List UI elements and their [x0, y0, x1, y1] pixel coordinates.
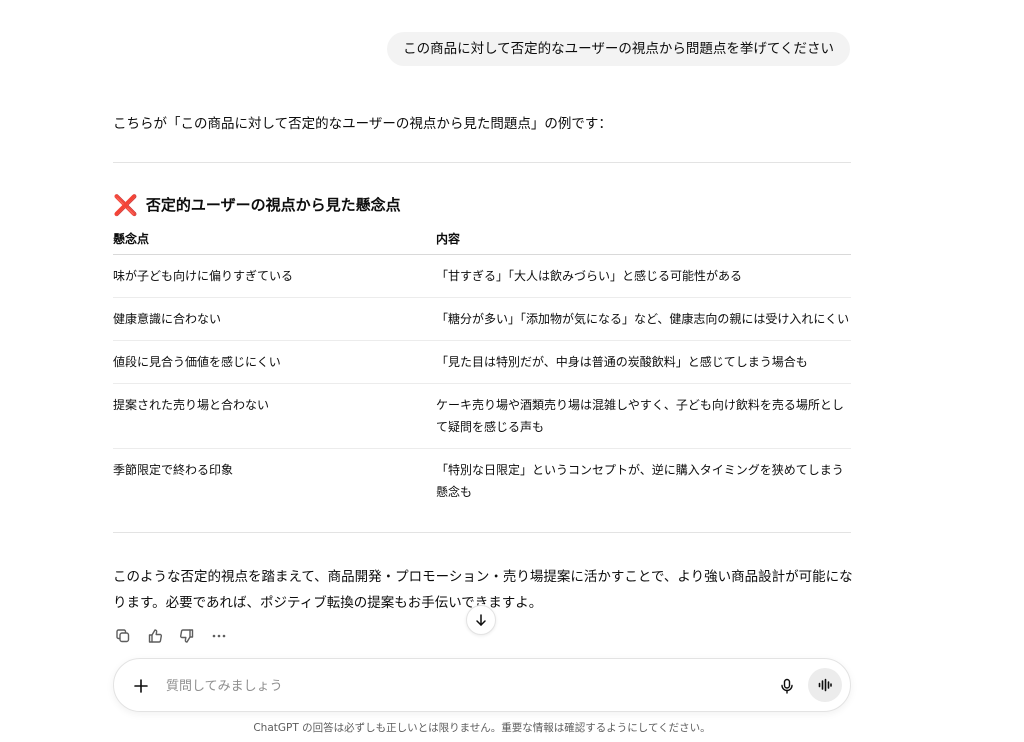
table-cell-detail: 「甘すぎる」「大人は飲みづらい」と感じる可能性がある	[436, 269, 743, 283]
message-actions	[113, 626, 229, 646]
divider	[113, 532, 851, 533]
table-header-detail: 内容	[436, 232, 461, 246]
voice-mode-button[interactable]	[808, 668, 842, 702]
dictate-button[interactable]	[774, 673, 800, 699]
arrow-down-icon	[476, 614, 486, 626]
table-cell-concern: 提案された売り場と合わない	[113, 398, 270, 412]
attach-button[interactable]	[128, 673, 154, 699]
user-message-text: この商品に対して否定的なユーザーの視点から問題点を挙げてください	[403, 41, 834, 57]
chat-page: この商品に対して否定的なユーザーの視点から問題点を挙げてください こちらが「この…	[0, 0, 1024, 742]
more-icon[interactable]	[209, 626, 229, 646]
table-cell-concern: 季節限定で終わる印象	[113, 463, 234, 477]
table-cell-detail: ケーキ売り場や酒類売り場は混雑しやすく、子ども向け飲料を売る場所として疑問を感じ…	[436, 398, 844, 434]
table-cell-concern: 健康意識に合わない	[113, 312, 222, 326]
table-row: 健康意識に合わない 「糖分が多い」「添加物が気になる」など、健康志向の親には受け…	[113, 298, 851, 341]
thumbs-down-icon[interactable]	[177, 626, 197, 646]
thumbs-up-icon[interactable]	[145, 626, 165, 646]
table-cell-detail: 「糖分が多い」「添加物が気になる」など、健康志向の親には受け入れにくい	[436, 312, 850, 326]
divider	[113, 162, 851, 163]
section-heading-text: 否定的ユーザーの視点から見た懸念点	[145, 196, 401, 214]
copy-icon[interactable]	[113, 626, 133, 646]
disclaimer: ChatGPT の回答は必ずしも正しいとは限りません。重要な情報は確認するように…	[253, 722, 711, 734]
table-cell-detail: 「見た目は特別だが、中身は普通の炭酸飲料」と感じてしまう場合も	[436, 355, 808, 369]
composer	[113, 658, 851, 712]
table-row: 季節限定で終わる印象 「特別な日限定」というコンセプトが、逆に購入タイミングを狭…	[113, 449, 851, 513]
scroll-down-button[interactable]	[466, 605, 496, 635]
microphone-icon	[781, 678, 793, 694]
prompt-input[interactable]	[166, 673, 726, 699]
table-header-concern: 懸念点	[113, 232, 150, 246]
assistant-intro: こちらが「この商品に対して否定的なユーザーの視点から見た問題点」の例です：	[113, 116, 612, 132]
plus-icon	[134, 679, 148, 693]
voice-waveform-icon	[818, 678, 832, 692]
table-cell-concern: 味が子ども向けに偏りすぎている	[113, 269, 294, 283]
table-cell-detail: 「特別な日限定」というコンセプトが、逆に購入タイミングを狭めてしまう懸念も	[436, 463, 844, 499]
table-row: 味が子ども向けに偏りすぎている 「甘すぎる」「大人は飲みづらい」と感じる可能性が…	[113, 255, 851, 298]
section-heading: ❌ 否定的ユーザーの視点から見た懸念点	[113, 194, 401, 216]
user-message-bubble: この商品に対して否定的なユーザーの視点から問題点を挙げてください	[387, 32, 850, 66]
table-cell-concern: 値段に見合う価値を感じにくい	[113, 355, 281, 369]
table-header-row: 懸念点 内容	[113, 228, 851, 255]
table-row: 値段に見合う価値を感じにくい 「見た目は特別だが、中身は普通の炭酸飲料」と感じて…	[113, 341, 851, 384]
concerns-table: 懸念点 内容 味が子ども向けに偏りすぎている 「甘すぎる」「大人は飲みづらい」と…	[113, 228, 851, 513]
cross-mark-icon: ❌	[113, 193, 138, 217]
table-row: 提案された売り場と合わない ケーキ売り場や酒類売り場は混雑しやすく、子ども向け飲…	[113, 384, 851, 449]
